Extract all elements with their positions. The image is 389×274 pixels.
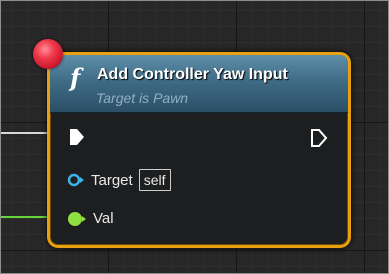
val-pin-row[interactable]: Val xyxy=(67,210,114,227)
target-pin-label: Target xyxy=(91,171,133,189)
exec-out-pin[interactable] xyxy=(310,128,328,153)
exec-pin-filled-icon xyxy=(70,129,84,145)
node-subtitle: Target is Pawn xyxy=(96,90,189,106)
error-dot-icon xyxy=(33,39,63,69)
object-pin-icon[interactable] xyxy=(67,173,85,187)
node-title: Add Controller Yaw Input xyxy=(97,66,288,83)
exec-pin-outline-icon xyxy=(311,129,328,147)
target-default-value[interactable]: self xyxy=(138,169,171,191)
function-icon: f xyxy=(70,63,81,92)
node-header[interactable]: f Add Controller Yaw Input Target is Paw… xyxy=(50,55,348,113)
exec-in-pin[interactable] xyxy=(69,128,85,151)
blueprint-node[interactable]: f Add Controller Yaw Input Target is Paw… xyxy=(47,52,351,248)
target-pin-row[interactable]: Target self xyxy=(67,169,171,191)
float-pin-icon[interactable] xyxy=(67,211,87,227)
val-pin-label: Val xyxy=(93,210,114,227)
